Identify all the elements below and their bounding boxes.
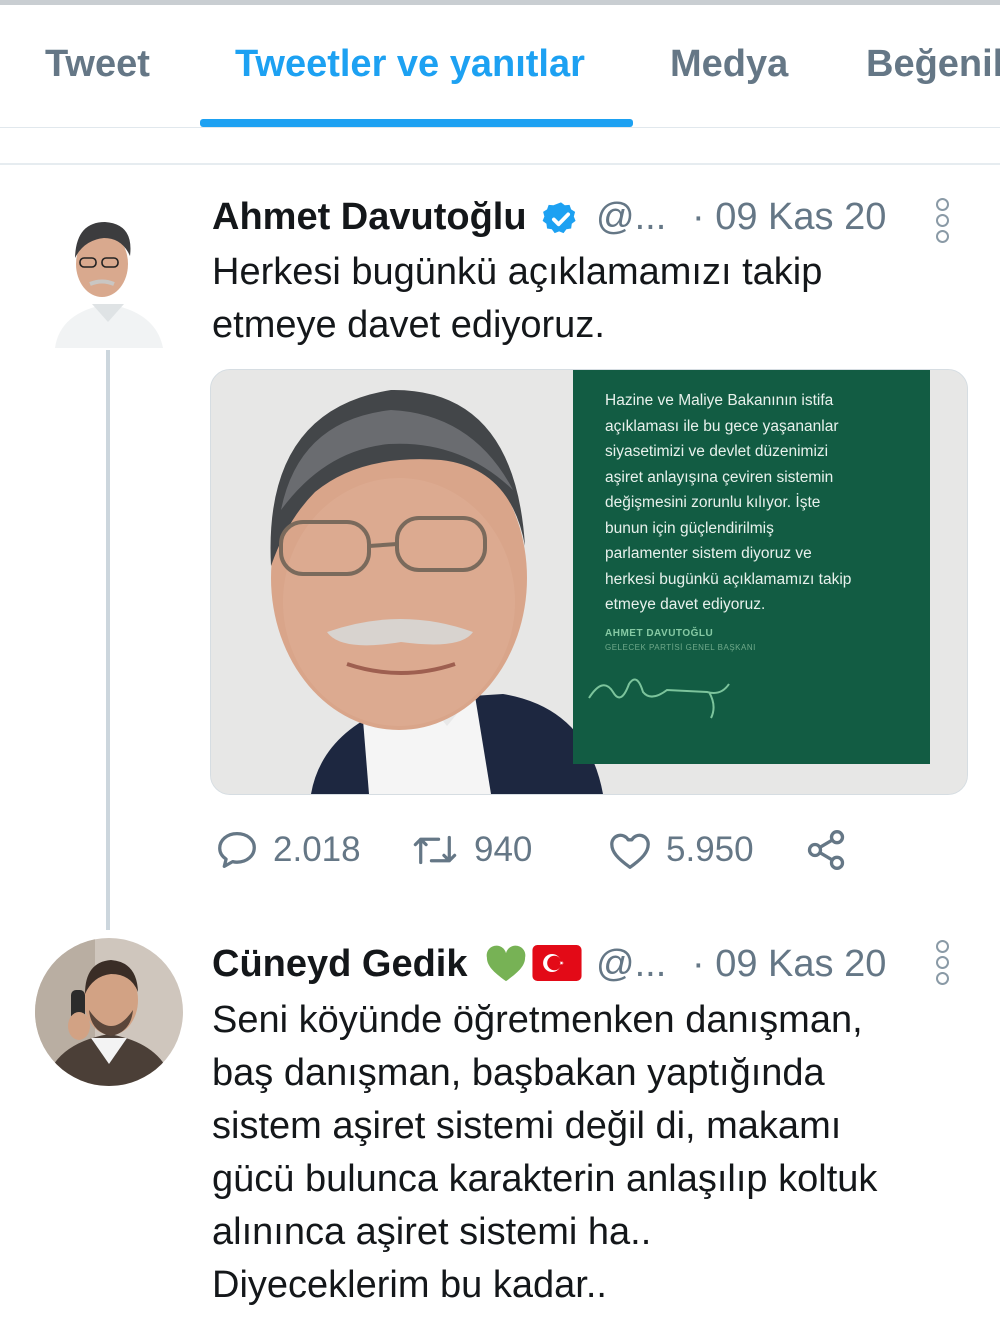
tweet-media-image[interactable]: Hazine ve Maliye Bakanının istifa açıkla…: [210, 369, 968, 795]
tweet-line: Diyeceklerim bu kadar..: [212, 1264, 607, 1306]
active-tab-indicator: [200, 119, 633, 127]
like-count: 5.950: [666, 830, 754, 869]
tab-media[interactable]: Medya: [670, 43, 788, 86]
author-handle[interactable]: @...: [596, 196, 666, 239]
quote-line: herkesi bugünkü açıklamamızı takip: [605, 570, 852, 588]
quote-line: bunun için güçlendirilmiş: [605, 519, 774, 537]
more-options-icon[interactable]: [936, 198, 950, 246]
thread-connector-line: [106, 350, 110, 930]
tweet-line: sistem aşiret sistemi değil di, makamı: [212, 1105, 842, 1147]
quote-line: etmeye davet ediyoruz.: [605, 596, 766, 613]
tweet-line: Seni köyünde öğretmenken danışman,: [212, 999, 863, 1041]
retweet-button[interactable]: 940: [410, 828, 532, 872]
share-icon: [807, 830, 845, 870]
avatar-ahmet-davutoglu[interactable]: [50, 200, 168, 348]
share-button[interactable]: [803, 828, 849, 872]
quote-text: Hazine ve Maliye Bakanının istifa açıkla…: [605, 388, 905, 618]
author-name[interactable]: Ahmet Davutoğlu: [212, 196, 527, 239]
verified-badge-icon: [542, 200, 580, 238]
turkey-flag-icon: [532, 945, 582, 981]
tweet-line: gücü bulunca karakterin anlaşılıp koltuk: [212, 1158, 878, 1200]
reply-count: 2.018: [273, 830, 361, 869]
handwritten-signature: [588, 678, 730, 719]
tabs-divider: [0, 127, 1000, 128]
tweet-line: Herkesi bugünkü açıklamamızı takip: [212, 251, 823, 293]
timeline-divider: [0, 163, 1000, 165]
tweet-date[interactable]: · 09 Kas 20: [692, 943, 886, 986]
tweet-text: Herkesi bugünkü açıklamamızı takip etmey…: [212, 246, 822, 352]
profile-tabs: Tweet Tweetler ve yanıtlar Medya Beğenil…: [0, 5, 1000, 129]
tweet-date[interactable]: · 09 Kas 20: [692, 196, 886, 239]
author-name[interactable]: Cüneyd Gedik: [212, 943, 468, 986]
signature-title: GELECEK PARTİSİ GENEL BAŞKANI: [605, 643, 756, 652]
tab-likes[interactable]: Beğeniler: [866, 43, 1000, 86]
tab-tweets-and-replies[interactable]: Tweetler ve yanıtlar: [235, 43, 585, 86]
signature-name: AHMET DAVUTOĞLU: [605, 628, 714, 639]
quote-card: Hazine ve Maliye Bakanının istifa açıkla…: [573, 370, 930, 764]
green-heart-icon: [486, 945, 526, 982]
quote-line: siyasetimizi ve devlet düzenimizi: [605, 443, 829, 460]
tweet-line: etmeye davet ediyoruz.: [212, 304, 605, 346]
tweet-line: alınınca aşiret sistemi ha..: [212, 1211, 652, 1253]
name-emoji: [484, 942, 584, 984]
heart-icon: [610, 833, 650, 869]
quote-line: parlamenter sistem diyoruz ve: [605, 545, 812, 562]
more-options-icon[interactable]: [936, 940, 950, 988]
quote-line: Hazine ve Maliye Bakanının istifa: [605, 392, 834, 409]
retweet-icon: [413, 835, 457, 865]
like-button[interactable]: 5.950: [608, 828, 754, 872]
quote-line: değişmesini zorunlu kılıyor. İşte: [605, 494, 821, 511]
quote-line: açıklaması ile bu gece yaşananlar: [605, 417, 839, 435]
tab-tweets[interactable]: Tweet: [45, 43, 150, 86]
reply-icon: [218, 832, 256, 868]
tweet-text: Seni köyünde öğretmenken danışman, baş d…: [212, 994, 877, 1312]
author-handle[interactable]: @...: [596, 943, 666, 986]
reply-button[interactable]: 2.018: [215, 828, 361, 872]
quote-line: aşiret anlayışına çeviren sistemin: [605, 468, 834, 486]
avatar-cuneyd-gedik[interactable]: [35, 938, 183, 1086]
tweet-line: baş danışman, başbakan yaptığında: [212, 1052, 825, 1094]
retweet-count: 940: [474, 830, 533, 869]
